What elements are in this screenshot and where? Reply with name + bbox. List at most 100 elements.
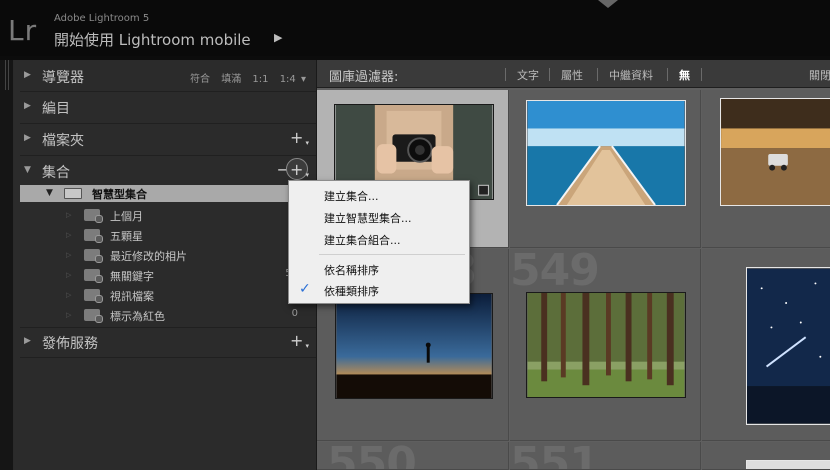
panel-divider — [20, 123, 316, 124]
menu-item-label: 建立集合組合... — [324, 234, 401, 247]
smart-collections-set[interactable]: ▼ 智慧型集合 — [20, 185, 304, 202]
photo-thumbnail-desert-car[interactable] — [720, 98, 830, 206]
photo-thumbnail-pier[interactable] — [526, 100, 686, 206]
filter-close-option[interactable]: 關閉 — [809, 67, 830, 83]
smart-collection-icon — [84, 269, 103, 283]
photo-thumbnail-forest[interactable] — [526, 292, 686, 398]
grid-cell[interactable] — [702, 90, 830, 248]
grid-cell[interactable] — [702, 249, 830, 441]
grid-cell-index: 549 — [510, 249, 600, 296]
collection-label: 最近修改的相片 — [110, 250, 187, 263]
collection-row[interactable]: ▷ 標示為紅色 0 — [20, 305, 304, 325]
zoom-dropdown-caret-icon[interactable]: ▾ — [301, 74, 306, 85]
tree-dot-icon: ▷ — [66, 211, 72, 219]
menu-item-create-collection[interactable]: 建立集合... — [289, 185, 469, 205]
filter-metadata-option[interactable]: 中繼資料 — [609, 67, 653, 83]
tree-dot-icon: ▷ — [66, 311, 72, 319]
collection-label: 上個月 — [110, 210, 143, 223]
navigator-panel-header[interactable]: ▶ 導覽器 符合 填滿 1:1 1:4 ▾ — [20, 62, 316, 90]
zoom-fit-option[interactable]: 符合 — [190, 74, 210, 85]
grid-cell[interactable] — [702, 442, 830, 470]
grid-cell[interactable]: 549 — [510, 249, 701, 441]
menu-item-sort-by-kind[interactable]: ✓ 依種類排序 — [289, 280, 469, 300]
add-publish-service-plus-icon[interactable]: + ▾ — [290, 332, 309, 350]
expand-triangle-icon[interactable]: ▶ — [24, 101, 31, 111]
expand-triangle-icon[interactable]: ▶ — [24, 133, 31, 143]
collections-title: 集合 — [42, 165, 70, 181]
menu-item-create-smart-collection[interactable]: 建立智慧型集合... — [289, 207, 469, 227]
add-folder-plus-icon[interactable]: + ▾ — [290, 129, 309, 147]
menu-item-label: 依名稱排序 — [324, 264, 379, 277]
zoom-1-4-option[interactable]: 1:4 — [280, 74, 296, 85]
grip-icon — [5, 60, 9, 90]
filter-divider — [597, 68, 598, 81]
lightroom-logo: Lr — [8, 14, 38, 47]
collection-set-icon — [64, 188, 82, 199]
tree-dot-icon: ▷ — [66, 231, 72, 239]
filter-divider — [505, 68, 506, 81]
collection-label: 五顆星 — [110, 230, 143, 243]
grid-cell[interactable] — [510, 90, 701, 248]
collapse-triangle-icon[interactable]: ▼ — [46, 188, 53, 198]
collection-label: 視訊檔案 — [110, 290, 154, 303]
catalog-panel-header[interactable]: ▶ 編目 — [20, 93, 316, 121]
photo-thumbnail-sunset[interactable] — [335, 293, 493, 399]
menu-item-create-collection-set[interactable]: 建立集合組合... — [289, 229, 469, 249]
filter-divider — [701, 68, 702, 81]
mobile-promo-link[interactable]: 開始使用 Lightroom mobile — [54, 29, 251, 50]
filter-text-option[interactable]: 文字 — [517, 67, 539, 83]
play-arrow-icon[interactable]: ▶ — [274, 31, 282, 44]
smart-collection-icon — [84, 289, 103, 303]
checkmark-icon: ✓ — [299, 281, 311, 297]
grid-cell-index: 551 — [510, 442, 600, 470]
photo-thumbnail-night-sky[interactable] — [746, 267, 830, 425]
expand-triangle-icon[interactable]: ▶ — [24, 336, 31, 346]
collection-row[interactable]: ▷ 最近修改的相片 1 — [20, 245, 304, 265]
folders-panel-header[interactable]: ▶ 檔案夾 + ▾ — [20, 125, 316, 153]
collection-count: 0 — [291, 308, 298, 319]
tree-dot-icon: ▷ — [66, 251, 72, 259]
collections-panel-header[interactable]: ▼ 集合 − + ▾ — [20, 157, 316, 185]
library-filter-title: 圖庫過濾器: — [329, 70, 399, 85]
top-panel-toggle-icon[interactable] — [598, 0, 618, 10]
zoom-fill-option[interactable]: 填滿 — [221, 74, 241, 85]
app-name: Adobe Lightroom 5 — [54, 13, 150, 24]
menu-item-label: 依種類排序 — [324, 285, 379, 298]
collection-row[interactable]: ▷ 視訊檔案 — [20, 285, 304, 305]
left-panel-edge-toggle[interactable] — [0, 60, 14, 470]
collection-row[interactable]: ▷ 無關鍵字 56 — [20, 265, 304, 285]
menu-item-sort-by-name[interactable]: 依名稱排序 — [289, 259, 469, 279]
smart-collection-icon — [84, 229, 103, 243]
zoom-1-1-option[interactable]: 1:1 — [252, 74, 268, 85]
library-filter-bar: 圖庫過濾器: 文字 屬性 中繼資料 無 關閉 — [317, 60, 830, 88]
photo-thumbnail-partial[interactable] — [746, 460, 830, 469]
filter-none-option[interactable]: 無 — [679, 67, 690, 83]
tree-dot-icon: ▷ — [66, 291, 72, 299]
filter-divider — [667, 68, 668, 81]
grid-cell[interactable]: 550 — [317, 442, 509, 470]
collection-label: 無關鍵字 — [110, 270, 154, 283]
add-collection-plus-icon[interactable]: + ▾ — [290, 161, 309, 179]
smart-collection-icon — [84, 309, 103, 323]
collection-set-label: 智慧型集合 — [92, 188, 147, 201]
catalog-title: 編目 — [42, 101, 70, 117]
collection-row[interactable]: ▷ 五顆星 — [20, 225, 304, 245]
panel-divider — [20, 155, 316, 156]
filter-attribute-option[interactable]: 屬性 — [561, 67, 583, 83]
smart-collection-icon — [84, 209, 103, 223]
grid-cell[interactable]: 551 — [510, 442, 701, 470]
navigator-title: 導覽器 — [42, 70, 84, 86]
collection-label: 標示為紅色 — [110, 310, 165, 323]
panel-divider — [20, 91, 316, 92]
grid-cell-index: 550 — [327, 442, 417, 470]
expand-triangle-icon[interactable]: ▶ — [24, 70, 31, 80]
publish-services-panel-header[interactable]: ▶ 發佈服務 + ▾ — [20, 328, 316, 356]
filter-divider — [549, 68, 550, 81]
collection-row[interactable]: ▷ 上個月 5 — [20, 205, 304, 225]
collapse-triangle-icon[interactable]: ▼ — [24, 165, 31, 175]
navigator-zoom-options: 符合 填滿 1:1 1:4 ▾ — [182, 70, 306, 85]
menu-item-label: 建立智慧型集合... — [324, 212, 412, 225]
tree-dot-icon: ▷ — [66, 271, 72, 279]
publish-services-title: 發佈服務 — [42, 336, 98, 352]
folders-title: 檔案夾 — [42, 133, 84, 149]
